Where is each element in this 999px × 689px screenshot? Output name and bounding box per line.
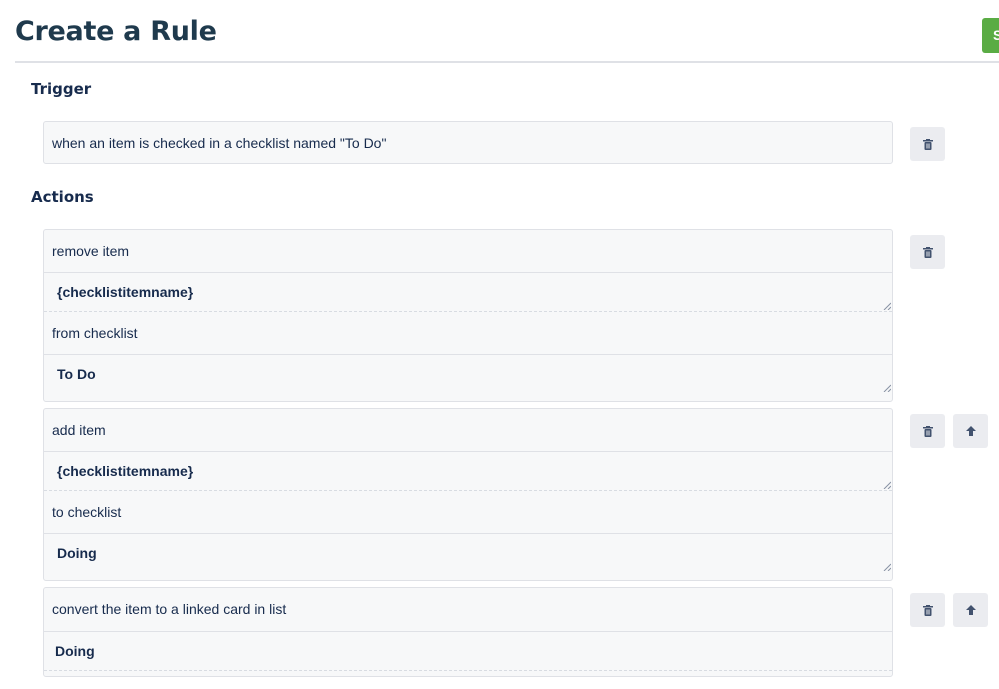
trash-icon xyxy=(922,138,933,150)
resize-handle-icon[interactable] xyxy=(883,384,891,392)
move-action-3-up-button[interactable] xyxy=(953,593,988,627)
action-card-1: remove item {checklistitemname} from che… xyxy=(43,229,893,402)
actions-heading: Actions xyxy=(31,188,94,206)
delete-action-2-button[interactable] xyxy=(910,414,945,448)
arrow-up-icon xyxy=(965,604,977,616)
move-action-2-up-button[interactable] xyxy=(953,414,988,448)
arrow-up-icon xyxy=(965,425,977,437)
action-text: add item xyxy=(44,409,892,452)
checklist-item-name-field[interactable]: {checklistitemname} xyxy=(44,452,892,491)
action-card-2: add item {checklistitemname} to checklis… xyxy=(43,408,893,581)
save-button[interactable]: S xyxy=(982,18,999,53)
page-title: Create a Rule xyxy=(15,16,217,47)
action-text: from checklist xyxy=(44,312,892,355)
resize-handle-icon[interactable] xyxy=(883,302,891,310)
checklist-item-name-field[interactable]: {checklistitemname} xyxy=(44,273,892,312)
action-text: remove item xyxy=(44,230,892,273)
checklist-name-field[interactable]: Doing xyxy=(44,534,892,572)
checklist-name-field[interactable]: To Do xyxy=(44,355,892,393)
delete-action-1-button[interactable] xyxy=(910,235,945,269)
header-divider xyxy=(15,61,999,63)
list-name-field[interactable]: Doing xyxy=(44,632,892,671)
trigger-heading: Trigger xyxy=(31,80,92,98)
delete-trigger-button[interactable] xyxy=(910,127,945,161)
trigger-card[interactable]: when an item is checked in a checklist n… xyxy=(43,121,893,164)
action-text: to checklist xyxy=(44,491,892,534)
resize-handle-icon[interactable] xyxy=(883,563,891,571)
trash-icon xyxy=(922,604,933,616)
action-card-3: convert the item to a linked card in lis… xyxy=(43,587,893,677)
resize-handle-icon[interactable] xyxy=(883,481,891,489)
action-text: convert the item to a linked card in lis… xyxy=(44,588,892,632)
trash-icon xyxy=(922,246,933,258)
delete-action-3-button[interactable] xyxy=(910,593,945,627)
trigger-text: when an item is checked in a checklist n… xyxy=(52,135,387,151)
trash-icon xyxy=(922,425,933,437)
